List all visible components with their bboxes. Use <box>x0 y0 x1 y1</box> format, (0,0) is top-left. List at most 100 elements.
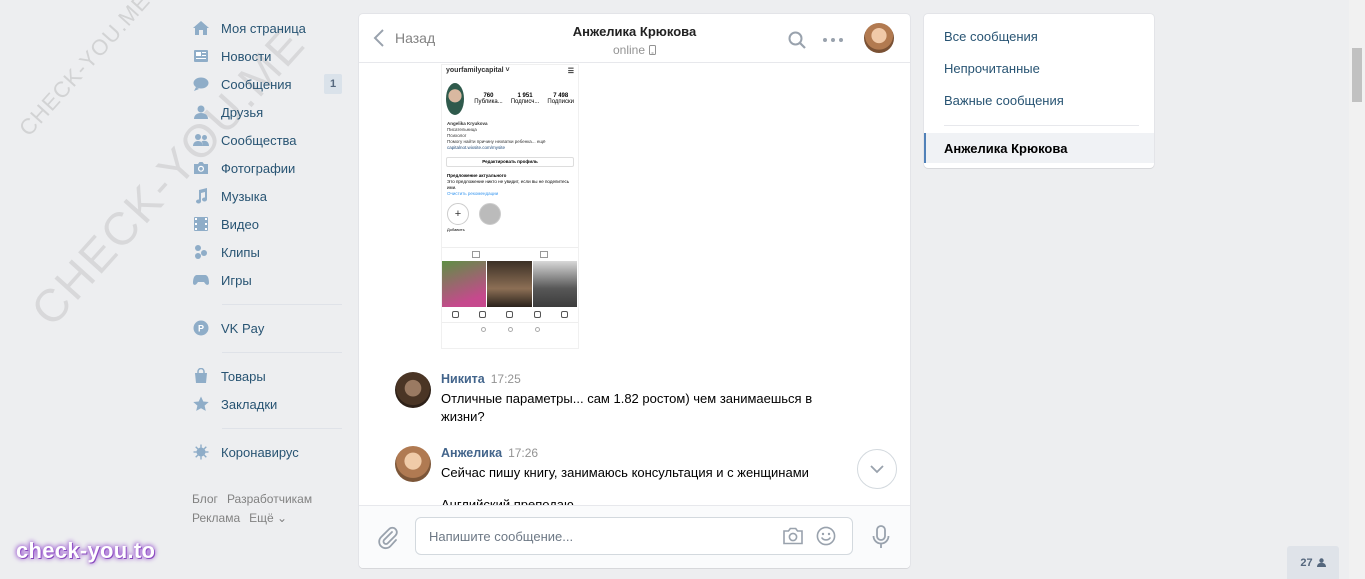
nav-divider <box>222 428 342 429</box>
phone-system-bar <box>442 323 578 335</box>
nav-item-groups[interactable]: Сообщества <box>192 126 344 154</box>
nav-label: Новости <box>221 48 272 64</box>
nav-item-bookmarks[interactable]: Закладки <box>192 390 344 418</box>
filter-unread[interactable]: Непрочитанные <box>924 52 1154 84</box>
phone-home-icon <box>452 311 460 318</box>
nav-label: VK Pay <box>221 320 265 336</box>
instagram-screenshot-attachment[interactable]: yourfamilycapital ˅ ☰ 760 Публика... 1 951… <box>441 64 579 349</box>
games-icon <box>192 271 210 289</box>
star-icon <box>192 395 210 413</box>
peer-status-text: online <box>612 43 646 57</box>
phone-avatar <box>446 83 465 115</box>
mobile-icon <box>649 45 657 55</box>
phone-photo <box>442 261 487 307</box>
back-button[interactable]: Назад <box>373 29 435 47</box>
phone-heart-icon <box>533 311 541 318</box>
phone-followers-label: Подписч... <box>510 99 540 105</box>
menu-divider <box>944 125 1139 126</box>
chevron-left-icon <box>373 29 384 47</box>
groups-icon <box>192 131 210 149</box>
conversation-filter-menu: Все сообщения Непрочитанные Важные сообщ… <box>924 14 1154 168</box>
more-icon[interactable] <box>821 30 845 50</box>
nav-item-coronavirus[interactable]: Коронавирус <box>192 438 344 466</box>
nav-item-news[interactable]: Новости <box>192 42 344 70</box>
nav-item-messages[interactable]: Сообщения 1 <box>192 70 344 98</box>
paperclip-icon[interactable] <box>376 526 400 550</box>
messages-count-badge: 1 <box>324 74 342 94</box>
footer-more-link[interactable]: Ещё ⌄ <box>249 511 287 525</box>
search-icon[interactable] <box>787 30 807 50</box>
smile-icon[interactable] <box>816 526 836 546</box>
nav-item-photos[interactable]: Фотографии <box>192 154 344 182</box>
camera-icon <box>192 159 210 177</box>
nav-label: Моя страница <box>221 20 306 36</box>
nav-label: Друзья <box>221 104 264 120</box>
footer-blog-link[interactable]: Блог <box>192 492 218 506</box>
svg-text:P: P <box>198 324 204 334</box>
nav-divider <box>222 352 342 353</box>
message-time[interactable]: 17:26 <box>508 446 538 460</box>
filter-important[interactable]: Важные сообщения <box>924 84 1154 116</box>
nav-item-my-page[interactable]: Моя страница <box>192 14 344 42</box>
message-text: Отличные параметры... сам 1.82 ростом) ч… <box>441 391 813 424</box>
phone-bio-link: capitalnot.wixsite.com/mysite <box>447 145 506 150</box>
phone-profile-icon <box>560 311 568 318</box>
phone-photo <box>532 261 577 307</box>
message-author[interactable]: Никита <box>441 372 485 386</box>
page-scrollbar[interactable] <box>1349 0 1365 579</box>
active-conversation[interactable]: Анжелика Крюкова <box>924 133 1154 163</box>
nav-label: Фотографии <box>221 160 296 176</box>
clips-icon <box>192 243 210 261</box>
music-icon <box>192 187 210 205</box>
filter-all-messages[interactable]: Все сообщения <box>924 20 1154 52</box>
peer-avatar[interactable] <box>864 23 894 53</box>
nav-label: Товары <box>221 368 266 384</box>
scrollbar-thumb[interactable] <box>1352 48 1362 102</box>
phone-bottom-nav <box>442 307 578 323</box>
phone-edit-profile: Редактировать профиль <box>446 157 574 167</box>
friends-icon <box>192 103 210 121</box>
online-friends-button[interactable]: 27 <box>1287 546 1339 579</box>
nav-label: Музыка <box>221 188 267 204</box>
microphone-icon[interactable] <box>871 525 891 549</box>
camera-icon[interactable] <box>782 527 804 545</box>
nav-label: Сообщения <box>221 76 292 92</box>
person-icon <box>1316 558 1326 567</box>
phone-home-button-icon <box>507 326 513 332</box>
footer-dev-link[interactable]: Разработчикам <box>227 492 312 506</box>
phone-profile: 760 Публика... 1 951 Подписч... 7 498 Подпи… <box>442 77 578 121</box>
left-nav: Моя страница Новости Сообщения 1 Друзья … <box>192 14 344 528</box>
message-author[interactable]: Анжелика <box>441 446 502 460</box>
scroll-down-button[interactable] <box>857 449 897 489</box>
nav-label: Закладки <box>221 396 278 412</box>
phone-menu-icon: ☰ <box>567 68 574 75</box>
phone-photo-grid <box>442 261 578 307</box>
phone-tabs <box>442 247 578 261</box>
message-history[interactable]: yourfamilycapital ˅ ☰ 760 Публика... 1 951… <box>359 64 910 505</box>
news-icon <box>192 47 210 65</box>
footer-ads-link[interactable]: Реклама <box>192 511 240 525</box>
nav-item-goods[interactable]: Товары <box>192 362 344 390</box>
message-time[interactable]: 17:25 <box>491 372 521 386</box>
nav-item-video[interactable]: Видео <box>192 210 344 238</box>
nav-divider <box>222 304 342 305</box>
messages-icon <box>192 75 210 93</box>
watermark-small: CHECK-YOU.ME <box>14 0 156 141</box>
home-icon <box>192 19 210 37</box>
nav-item-music[interactable]: Музыка <box>192 182 344 210</box>
avatar[interactable] <box>395 446 431 482</box>
phone-top-bar: yourfamilycapital ˅ ☰ <box>442 65 578 77</box>
phone-suggestion: Предложение актуального Это предложение … <box>442 173 578 197</box>
phone-highlight <box>479 203 501 225</box>
phone-recent-icon <box>534 326 540 332</box>
nav-label: Коронавирус <box>221 444 299 460</box>
phone-add-highlight: + <box>447 203 469 225</box>
nav-item-games[interactable]: Игры <box>192 266 344 294</box>
bag-icon <box>192 367 210 385</box>
nav-item-friends[interactable]: Друзья <box>192 98 344 126</box>
phone-highlights: + <box>442 197 578 227</box>
message-text: Сейчас пишу книгу, занимаюсь консультаци… <box>441 464 841 505</box>
nav-item-vkpay[interactable]: P VK Pay <box>192 314 344 342</box>
nav-item-clips[interactable]: Клипы <box>192 238 344 266</box>
avatar[interactable] <box>395 372 431 408</box>
